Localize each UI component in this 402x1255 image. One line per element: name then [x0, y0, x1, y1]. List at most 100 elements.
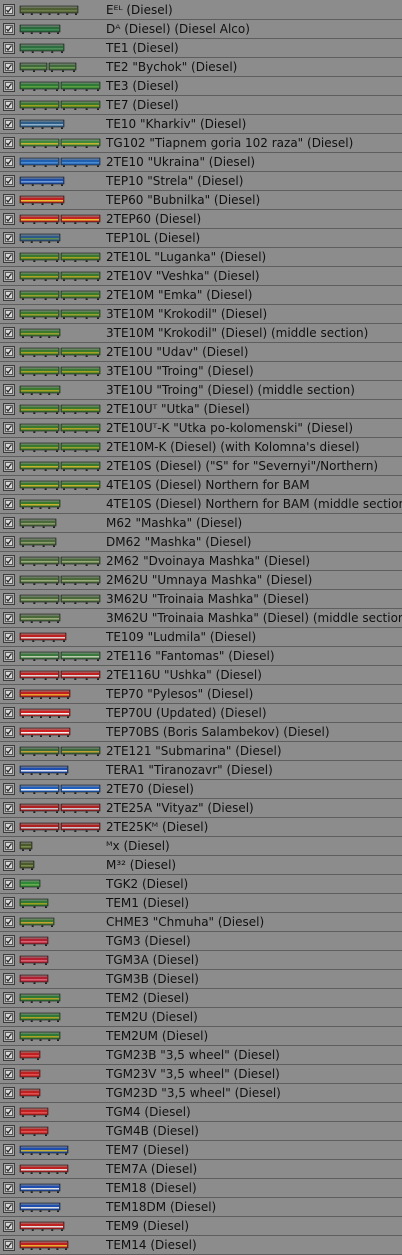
vehicle-row[interactable]: TGM3 (Diesel) — [0, 932, 402, 951]
vehicle-row[interactable]: 2M62U "Umnaya Mashka" (Diesel) — [0, 571, 402, 590]
checkbox-icon[interactable] — [3, 175, 15, 187]
vehicle-row[interactable]: 3TE10M "Krokodil" (Diesel) (middle secti… — [0, 324, 402, 343]
vehicle-row[interactable]: TE7 (Diesel) — [0, 96, 402, 115]
checkbox-icon[interactable] — [3, 802, 15, 814]
vehicle-row[interactable]: CHME3 "Chmuha" (Diesel) — [0, 913, 402, 932]
checkbox-icon[interactable] — [3, 384, 15, 396]
vehicle-row[interactable]: TE2 "Bychok" (Diesel) — [0, 58, 402, 77]
checkbox-icon[interactable] — [3, 859, 15, 871]
vehicle-row[interactable]: TE109 "Ludmila" (Diesel) — [0, 628, 402, 647]
checkbox-icon[interactable] — [3, 878, 15, 890]
checkbox-icon[interactable] — [3, 1201, 15, 1213]
vehicle-row[interactable]: 3TE10U "Troing" (Diesel) (middle section… — [0, 381, 402, 400]
vehicle-row[interactable]: TEP60 "Bubnilka" (Diesel) — [0, 191, 402, 210]
checkbox-icon[interactable] — [3, 479, 15, 491]
checkbox-icon[interactable] — [3, 840, 15, 852]
vehicle-row[interactable]: 3TE10U "Troing" (Diesel) — [0, 362, 402, 381]
vehicle-row[interactable]: Dᴬ (Diesel) (Diesel Alco) — [0, 20, 402, 39]
vehicle-row[interactable]: TG102 "Tiapnem goria 102 raza" (Diesel) — [0, 134, 402, 153]
checkbox-icon[interactable] — [3, 289, 15, 301]
vehicle-row[interactable]: M62 "Mashka" (Diesel) — [0, 514, 402, 533]
checkbox-icon[interactable] — [3, 669, 15, 681]
vehicle-row[interactable]: 2TE10S (Diesel) ("S" for "Severnyi"/Nort… — [0, 457, 402, 476]
checkbox-icon[interactable] — [3, 346, 15, 358]
checkbox-icon[interactable] — [3, 194, 15, 206]
checkbox-icon[interactable] — [3, 935, 15, 947]
checkbox-icon[interactable] — [3, 1182, 15, 1194]
vehicle-row[interactable]: 2TE116U "Ushka" (Diesel) — [0, 666, 402, 685]
checkbox-icon[interactable] — [3, 631, 15, 643]
vehicle-row[interactable]: TEM2U (Diesel) — [0, 1008, 402, 1027]
checkbox-icon[interactable] — [3, 1239, 15, 1251]
vehicle-row[interactable]: 2TE10U "Udav" (Diesel) — [0, 343, 402, 362]
checkbox-icon[interactable] — [3, 80, 15, 92]
vehicle-row[interactable]: TEM1 (Diesel) — [0, 894, 402, 913]
checkbox-icon[interactable] — [3, 42, 15, 54]
vehicle-row[interactable]: TE1 (Diesel) — [0, 39, 402, 58]
vehicle-row[interactable]: 3TE10M "Krokodil" (Diesel) — [0, 305, 402, 324]
vehicle-row[interactable]: TERA1 "Tiranozavr" (Diesel) — [0, 761, 402, 780]
vehicle-row[interactable]: TE10 "Kharkiv" (Diesel) — [0, 115, 402, 134]
checkbox-icon[interactable] — [3, 61, 15, 73]
vehicle-row[interactable]: 4TE10S (Diesel) Northern for BAM — [0, 476, 402, 495]
checkbox-icon[interactable] — [3, 1011, 15, 1023]
vehicle-row[interactable]: TEM7 (Diesel) — [0, 1141, 402, 1160]
vehicle-row[interactable]: TEM18 (Diesel) — [0, 1179, 402, 1198]
vehicle-row[interactable]: TEP70 "Pylesos" (Diesel) — [0, 685, 402, 704]
vehicle-row[interactable]: TEM7A (Diesel) — [0, 1160, 402, 1179]
vehicle-row[interactable]: 2TE10M-K (Diesel) (with Kolomna's diesel… — [0, 438, 402, 457]
checkbox-icon[interactable] — [3, 1068, 15, 1080]
vehicle-row[interactable]: 2TEP60 (Diesel) — [0, 210, 402, 229]
vehicle-row[interactable]: 2TE121 "Submarina" (Diesel) — [0, 742, 402, 761]
checkbox-icon[interactable] — [3, 992, 15, 1004]
checkbox-icon[interactable] — [3, 1030, 15, 1042]
checkbox-icon[interactable] — [3, 308, 15, 320]
checkbox-icon[interactable] — [3, 232, 15, 244]
vehicle-row[interactable]: 2TE10Uᵀ "Utka" (Diesel) — [0, 400, 402, 419]
checkbox-icon[interactable] — [3, 270, 15, 282]
vehicle-row[interactable]: TGM3A (Diesel) — [0, 951, 402, 970]
checkbox-icon[interactable] — [3, 536, 15, 548]
vehicle-row[interactable]: TGM23D "3,5 wheel" (Diesel) — [0, 1084, 402, 1103]
vehicle-row[interactable]: 2TE25A "Vityaz" (Diesel) — [0, 799, 402, 818]
checkbox-icon[interactable] — [3, 156, 15, 168]
checkbox-icon[interactable] — [3, 707, 15, 719]
vehicle-row[interactable]: TE3 (Diesel) — [0, 77, 402, 96]
checkbox-icon[interactable] — [3, 99, 15, 111]
vehicle-row[interactable]: TEM18DM (Diesel) — [0, 1198, 402, 1217]
checkbox-icon[interactable] — [3, 1220, 15, 1232]
checkbox-icon[interactable] — [3, 118, 15, 130]
checkbox-icon[interactable] — [3, 764, 15, 776]
vehicle-row[interactable]: TEM9 (Diesel) — [0, 1217, 402, 1236]
checkbox-icon[interactable] — [3, 23, 15, 35]
vehicle-row[interactable]: 2TE10L "Luganka" (Diesel) — [0, 248, 402, 267]
checkbox-icon[interactable] — [3, 783, 15, 795]
checkbox-icon[interactable] — [3, 517, 15, 529]
vehicle-row[interactable]: TEP70U (Updated) (Diesel) — [0, 704, 402, 723]
checkbox-icon[interactable] — [3, 327, 15, 339]
checkbox-icon[interactable] — [3, 593, 15, 605]
checkbox-icon[interactable] — [3, 403, 15, 415]
checkbox-icon[interactable] — [3, 555, 15, 567]
vehicle-row[interactable]: 3M62U "Troinaia Mashka" (Diesel) (middle… — [0, 609, 402, 628]
vehicle-row[interactable]: M³² (Diesel) — [0, 856, 402, 875]
checkbox-icon[interactable] — [3, 650, 15, 662]
vehicle-row[interactable]: TGM23V "3,5 wheel" (Diesel) — [0, 1065, 402, 1084]
checkbox-icon[interactable] — [3, 954, 15, 966]
vehicle-row[interactable]: 2TE10V "Veshka" (Diesel) — [0, 267, 402, 286]
vehicle-row[interactable]: TGM23B "3,5 wheel" (Diesel) — [0, 1046, 402, 1065]
vehicle-row[interactable]: TGK2 (Diesel) — [0, 875, 402, 894]
vehicle-row[interactable]: 2TE10Uᵀ-K "Utka po-kolomenski" (Diesel) — [0, 419, 402, 438]
checkbox-icon[interactable] — [3, 1106, 15, 1118]
checkbox-icon[interactable] — [3, 251, 15, 263]
vehicle-row[interactable]: ᴹx (Diesel) — [0, 837, 402, 856]
checkbox-icon[interactable] — [3, 1163, 15, 1175]
checkbox-icon[interactable] — [3, 688, 15, 700]
vehicle-row[interactable]: DM62 "Mashka" (Diesel) — [0, 533, 402, 552]
checkbox-icon[interactable] — [3, 498, 15, 510]
checkbox-icon[interactable] — [3, 213, 15, 225]
checkbox-icon[interactable] — [3, 365, 15, 377]
vehicle-row[interactable]: 2TE10 "Ukraina" (Diesel) — [0, 153, 402, 172]
vehicle-row[interactable]: TGM4 (Diesel) — [0, 1103, 402, 1122]
checkbox-icon[interactable] — [3, 574, 15, 586]
